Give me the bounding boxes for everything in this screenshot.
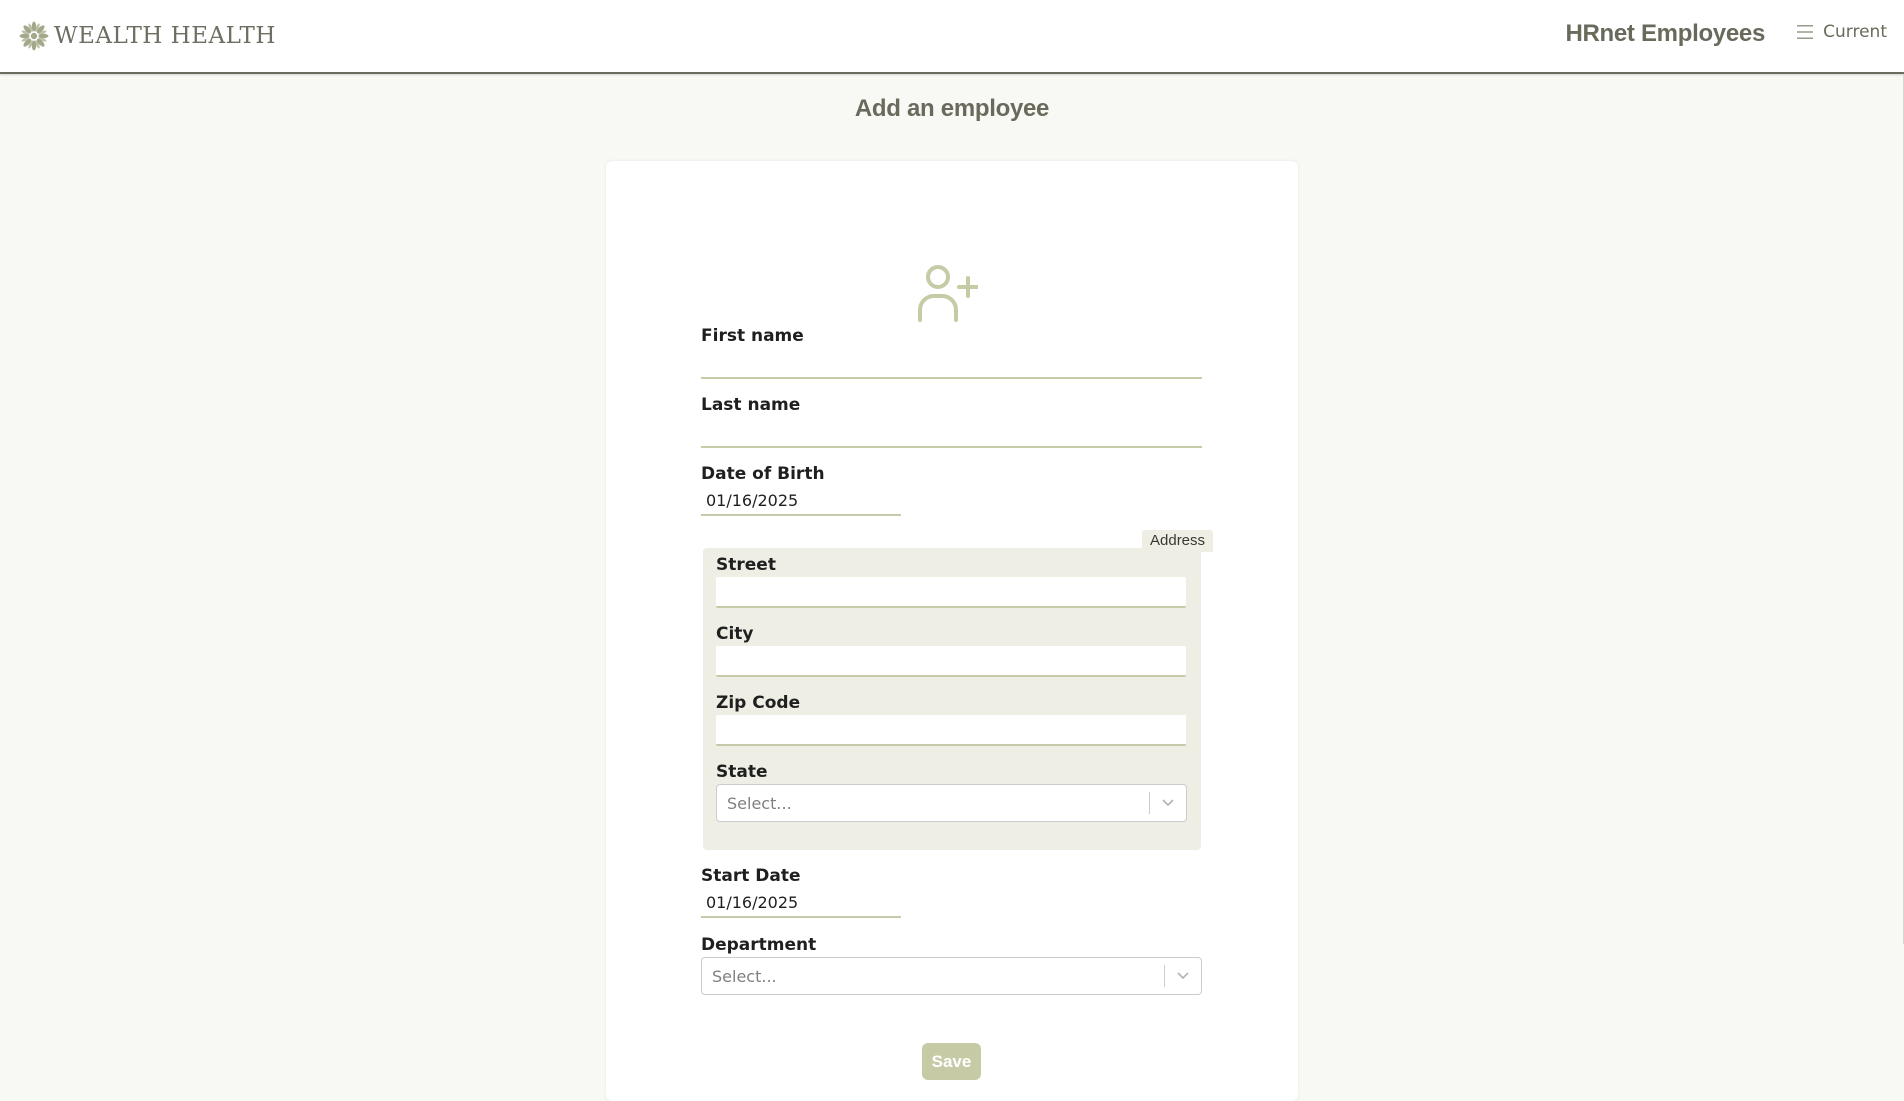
first-name-input[interactable] — [701, 347, 1202, 379]
city-label: City — [716, 624, 754, 644]
brand-name: WEALTH HEALTH — [54, 23, 276, 49]
department-select-placeholder: Select... — [712, 966, 777, 986]
chevron-down-icon[interactable] — [1150, 785, 1186, 821]
app-title: HRnet Employees — [1565, 20, 1765, 47]
nav-current-label: Current — [1823, 22, 1887, 42]
brand-logo[interactable]: WEALTH HEALTH — [18, 18, 276, 54]
wellness-flower-icon — [19, 21, 49, 51]
date-of-birth-input[interactable]: 01/16/2025 — [701, 488, 901, 516]
last-name-input[interactable] — [701, 416, 1202, 448]
add-user-icon — [918, 265, 978, 322]
menu-icon — [1797, 25, 1814, 39]
start-date-input[interactable]: 01/16/2025 — [701, 890, 901, 918]
date-of-birth-label: Date of Birth — [701, 464, 825, 484]
start-date-label: Start Date — [701, 866, 801, 886]
zip-code-label: Zip Code — [716, 693, 801, 713]
last-name-label: Last name — [701, 395, 801, 415]
nav-current-employees-link[interactable]: Current — [1797, 22, 1887, 42]
chevron-down-icon[interactable] — [1165, 958, 1201, 994]
page-title: Add an employee — [854, 95, 1050, 122]
first-name-label: First name — [701, 326, 804, 346]
state-select-placeholder: Select... — [727, 793, 792, 813]
department-select[interactable]: Select... — [701, 957, 1202, 995]
department-label: Department — [701, 935, 817, 955]
street-label: Street — [716, 555, 776, 575]
street-input[interactable] — [716, 577, 1186, 608]
city-input[interactable] — [716, 646, 1186, 677]
state-label: State — [716, 762, 768, 782]
top-header: WEALTH HEALTH HRnet Employees Current — [0, 0, 1904, 74]
save-button[interactable]: Save — [922, 1043, 981, 1080]
zip-code-input[interactable] — [716, 715, 1186, 746]
state-select[interactable]: Select... — [716, 784, 1187, 822]
